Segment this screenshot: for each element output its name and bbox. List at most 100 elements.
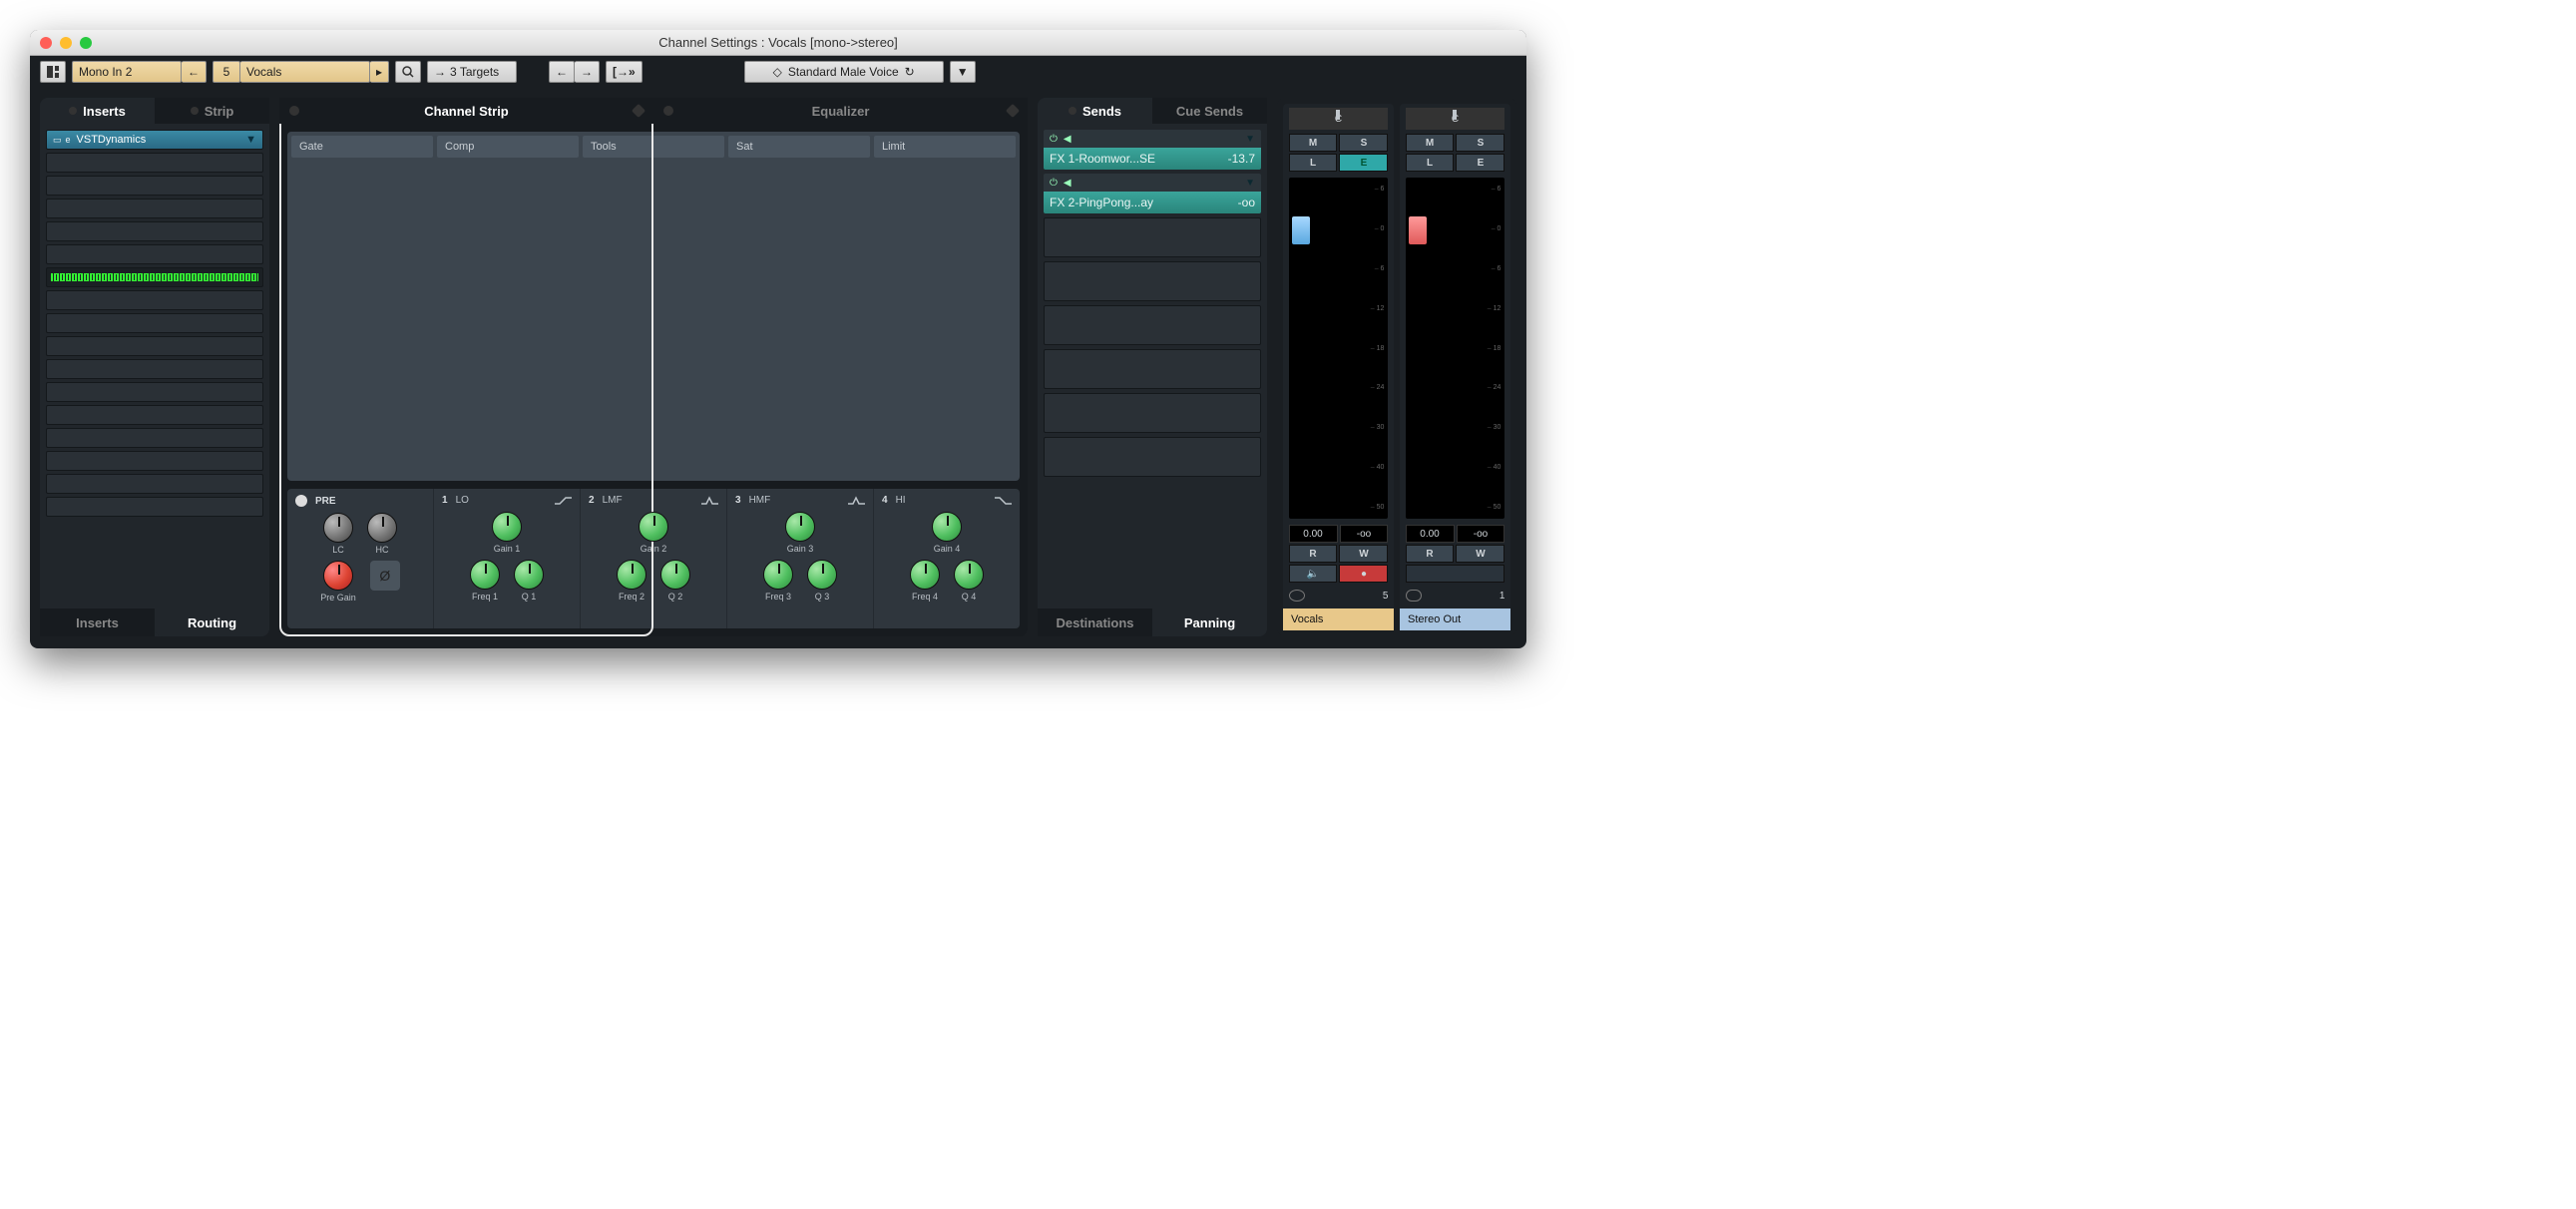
output-edit-button[interactable]: E <box>1456 154 1504 172</box>
hc-knob[interactable]: HC <box>367 513 397 555</box>
lo-shelf-icon[interactable] <box>554 496 572 506</box>
preset-selector[interactable]: ◇ Standard Male Voice ↻ <box>744 61 944 83</box>
channel-peak-value[interactable]: -oo <box>1340 525 1389 543</box>
channel-record-button[interactable]: ● <box>1339 565 1388 583</box>
insert-slot-14[interactable] <box>46 451 263 471</box>
channel-name-footer[interactable]: Vocals <box>1283 608 1394 630</box>
bottom-tab-destinations[interactable]: Destinations <box>1038 608 1152 636</box>
strip-bypass-icon[interactable] <box>632 104 645 118</box>
chevron-down-icon[interactable]: ▼ <box>245 134 256 146</box>
output-read-button[interactable]: R <box>1406 545 1455 563</box>
tab-channel-strip[interactable]: Channel Strip <box>279 98 653 124</box>
preset-menu-button[interactable]: ▼ <box>950 61 976 83</box>
eq-band-1-gain-knob[interactable]: Gain 1 <box>492 512 522 554</box>
output-write-button[interactable]: W <box>1456 545 1504 563</box>
tab-inserts[interactable]: Inserts <box>40 98 155 124</box>
output-fader-handle[interactable] <box>1408 215 1428 245</box>
send-slot-8[interactable] <box>1044 437 1261 477</box>
insert-slot-16[interactable] <box>46 497 263 517</box>
pre-enable-button[interactable] <box>295 495 307 507</box>
eq-band-4-gain-knob[interactable]: Gain 4 <box>932 512 962 554</box>
input-selector[interactable]: Mono In 2 <box>72 61 182 83</box>
peak-icon[interactable] <box>847 496 865 506</box>
history-fwd-button[interactable]: → <box>575 61 600 83</box>
send-slot-4[interactable] <box>1044 261 1261 301</box>
output-name-footer[interactable]: Stereo Out <box>1400 608 1510 630</box>
strip-col-comp-header[interactable]: Comp <box>437 136 579 158</box>
eq-band-3-q-knob[interactable]: Q 3 <box>807 560 837 602</box>
eq-band-1-num[interactable]: 1 <box>442 495 448 506</box>
insert-slot-1[interactable]: ▭e VSTDynamics ▼ <box>46 130 263 150</box>
output-listen-button[interactable]: L <box>1406 154 1455 172</box>
output-solo-button[interactable]: S <box>1456 134 1504 152</box>
channel-number[interactable]: 5 <box>213 61 240 83</box>
eq-band-3-num[interactable]: 3 <box>735 495 741 506</box>
output-mute-button[interactable]: M <box>1406 134 1455 152</box>
insert-slot-5[interactable] <box>46 221 263 241</box>
tab-cue-sends[interactable]: Cue Sends <box>1152 98 1267 124</box>
eq-band-2-num[interactable]: 2 <box>589 495 595 506</box>
lc-knob[interactable]: LC <box>323 513 353 555</box>
insert-slot-4[interactable] <box>46 199 263 218</box>
insert-edit-icon[interactable]: e <box>66 135 71 146</box>
eq-band-3-gain-knob[interactable]: Gain 3 <box>785 512 815 554</box>
layout-toggle-button[interactable] <box>40 61 66 83</box>
send-2-prefader-icon[interactable]: ◀ <box>1064 178 1072 189</box>
insert-slot-8[interactable] <box>46 313 263 333</box>
send-slot-5[interactable] <box>1044 305 1261 345</box>
strip-col-limit[interactable]: Limit <box>874 136 1016 477</box>
insert-slot-6[interactable] <box>46 244 263 264</box>
pregain-knob[interactable]: Pre Gain <box>320 561 356 603</box>
eq-band-4-num[interactable]: 4 <box>882 495 888 506</box>
output-fader-value[interactable]: 0.00 <box>1406 525 1455 543</box>
strip-col-comp[interactable]: Comp <box>437 136 579 477</box>
insert-slot-13[interactable] <box>46 428 263 448</box>
channel-solo-button[interactable]: S <box>1339 134 1388 152</box>
chevron-down-icon[interactable]: ▼ <box>1245 178 1255 189</box>
channel-name-field[interactable]: Vocals <box>240 61 370 83</box>
strip-col-gate-header[interactable]: Gate <box>291 136 433 158</box>
strip-col-gate[interactable]: Gate <box>291 136 433 477</box>
channel-next-marker[interactable]: ▸ <box>370 61 389 83</box>
go-to-output-button[interactable]: [→» <box>606 61 643 83</box>
hi-shelf-icon[interactable] <box>994 496 1012 506</box>
channel-listen-button[interactable]: L <box>1289 154 1338 172</box>
send-slot-6[interactable] <box>1044 349 1261 389</box>
channel-monitor-button[interactable]: 🔈 <box>1289 565 1338 583</box>
chevron-down-icon[interactable]: ▼ <box>1245 134 1255 145</box>
channel-fader-handle[interactable] <box>1291 215 1311 245</box>
send-2-power-icon[interactable]: ⏻ <box>1050 178 1058 189</box>
strip-col-sat-header[interactable]: Sat <box>728 136 870 158</box>
eq-band-1-q-knob[interactable]: Q 1 <box>514 560 544 602</box>
channel-read-button[interactable]: R <box>1289 545 1338 563</box>
insert-slot-11[interactable] <box>46 382 263 402</box>
send-slot-1[interactable]: ⏻◀▼ FX 1-Roomwor...SE-13.7 <box>1044 130 1261 170</box>
insert-slot-10[interactable] <box>46 359 263 379</box>
tab-sends[interactable]: Sends <box>1038 98 1152 124</box>
insert-slot-7[interactable] <box>46 290 263 310</box>
send-2-value[interactable]: -oo <box>1238 196 1255 209</box>
channel-edit-button[interactable]: E <box>1339 154 1388 172</box>
eq-band-4-freq-knob[interactable]: Freq 4 <box>910 560 940 602</box>
insert-slot-9[interactable] <box>46 336 263 356</box>
send-slot-2[interactable]: ⏻◀▼ FX 2-PingPong...ay-oo <box>1044 174 1261 213</box>
insert-slot-15[interactable] <box>46 474 263 494</box>
eq-band-1-freq-knob[interactable]: Freq 1 <box>470 560 500 602</box>
insert-slot-12[interactable] <box>46 405 263 425</box>
targets-button[interactable]: → 3 Targets <box>427 61 517 83</box>
send-1-power-icon[interactable]: ⏻ <box>1050 134 1058 145</box>
eq-band-4-q-knob[interactable]: Q 4 <box>954 560 984 602</box>
eq-band-2-gain-knob[interactable]: Gain 2 <box>639 512 668 554</box>
send-slot-7[interactable] <box>1044 393 1261 433</box>
tab-strip[interactable]: Strip <box>155 98 269 124</box>
strip-col-tools[interactable]: Tools <box>583 136 724 477</box>
send-1-prefader-icon[interactable]: ◀ <box>1064 134 1072 145</box>
peak-icon[interactable] <box>700 496 718 506</box>
eq-band-3-freq-knob[interactable]: Freq 3 <box>763 560 793 602</box>
output-panner[interactable]: C <box>1406 108 1505 130</box>
bottom-tab-panning[interactable]: Panning <box>1152 608 1267 636</box>
search-button[interactable] <box>395 61 421 83</box>
history-back-button[interactable]: ← <box>549 61 575 83</box>
send-slot-3[interactable] <box>1044 217 1261 257</box>
eq-band-2-q-knob[interactable]: Q 2 <box>660 560 690 602</box>
